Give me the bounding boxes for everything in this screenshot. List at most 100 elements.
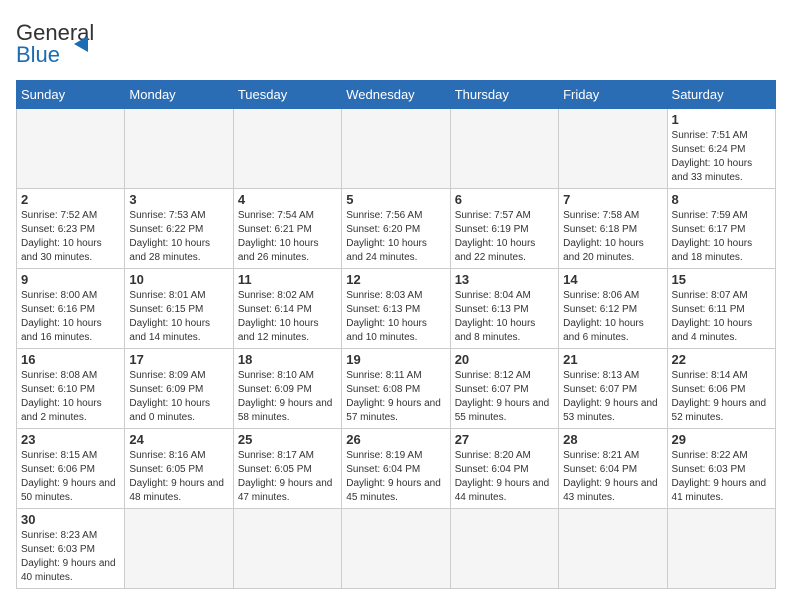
day-number: 13 [455, 272, 554, 287]
calendar-week-row: 30 Sunrise: 8:23 AMSunset: 6:03 PMDayligh… [17, 509, 776, 589]
calendar-day-cell: 3 Sunrise: 7:53 AMSunset: 6:22 PMDaylight… [125, 189, 233, 269]
day-number: 15 [672, 272, 771, 287]
calendar-day-cell [450, 509, 558, 589]
calendar-day-cell: 11Sunrise: 8:02 AMSunset: 6:14 PMDayligh… [233, 269, 341, 349]
calendar-week-row: 23 Sunrise: 8:15 AMSunset: 6:06 PMDayligh… [17, 429, 776, 509]
calendar-day-cell [559, 509, 667, 589]
calendar-day-cell: 10Sunrise: 8:01 AMSunset: 6:15 PMDayligh… [125, 269, 233, 349]
calendar-day-cell [17, 109, 125, 189]
day-number: 21 [563, 352, 662, 367]
calendar-day-cell [342, 509, 450, 589]
day-info: Sunrise: 7:54 AMSunset: 6:21 PMDaylight:… [238, 209, 337, 265]
calendar-header: SundayMondayTuesdayWednesdayThursdayFrid… [17, 81, 776, 109]
calendar-day-cell: 23 Sunrise: 8:15 AMSunset: 6:06 PMDayligh… [17, 429, 125, 509]
day-info: Sunrise: 7:57 AMSunset: 6:19 PMDaylight:… [455, 209, 554, 265]
calendar-day-cell [125, 509, 233, 589]
day-number: 20 [455, 352, 554, 367]
calendar-day-cell: 27 Sunrise: 8:20 AMSunset: 6:04 PMDayligh… [450, 429, 558, 509]
calendar-day-cell: 18 Sunrise: 8:10 AMSunset: 6:09 PMDayligh… [233, 349, 341, 429]
day-info: Sunrise: 8:02 AMSunset: 6:14 PMDaylight:… [238, 289, 337, 345]
calendar-day-cell: 28 Sunrise: 8:21 AMSunset: 6:04 PMDayligh… [559, 429, 667, 509]
day-number: 16 [21, 352, 120, 367]
calendar-day-cell: 19 Sunrise: 8:11 AMSunset: 6:08 PMDayligh… [342, 349, 450, 429]
day-info: Sunrise: 8:10 AMSunset: 6:09 PMDaylight:… [238, 369, 337, 425]
day-number: 26 [346, 432, 445, 447]
calendar-day-cell: 2 Sunrise: 7:52 AMSunset: 6:23 PMDaylight… [17, 189, 125, 269]
calendar-day-cell: 25Sunrise: 8:17 AMSunset: 6:05 PMDayligh… [233, 429, 341, 509]
day-info: Sunrise: 8:09 AMSunset: 6:09 PMDaylight:… [129, 369, 228, 425]
day-info: Sunrise: 8:15 AMSunset: 6:06 PMDaylight:… [21, 449, 120, 505]
calendar-week-row: 1Sunrise: 7:51 AMSunset: 6:24 PMDaylight… [17, 109, 776, 189]
weekday-header: Sunday [17, 81, 125, 109]
day-number: 12 [346, 272, 445, 287]
day-number: 3 [129, 192, 228, 207]
calendar-day-cell: 6 Sunrise: 7:57 AMSunset: 6:19 PMDaylight… [450, 189, 558, 269]
day-number: 24 [129, 432, 228, 447]
calendar-week-row: 2 Sunrise: 7:52 AMSunset: 6:23 PMDaylight… [17, 189, 776, 269]
day-info: Sunrise: 8:22 AMSunset: 6:03 PMDaylight:… [672, 449, 771, 505]
day-info: Sunrise: 8:03 AMSunset: 6:13 PMDaylight:… [346, 289, 445, 345]
day-info: Sunrise: 8:00 AMSunset: 6:16 PMDaylight:… [21, 289, 120, 345]
calendar-day-cell: 8 Sunrise: 7:59 AMSunset: 6:17 PMDaylight… [667, 189, 775, 269]
day-number: 28 [563, 432, 662, 447]
day-info: Sunrise: 7:53 AMSunset: 6:22 PMDaylight:… [129, 209, 228, 265]
calendar-day-cell: 29 Sunrise: 8:22 AMSunset: 6:03 PMDayligh… [667, 429, 775, 509]
weekday-header: Friday [559, 81, 667, 109]
day-number: 23 [21, 432, 120, 447]
day-number: 19 [346, 352, 445, 367]
calendar: SundayMondayTuesdayWednesdayThursdayFrid… [16, 80, 776, 589]
calendar-day-cell [125, 109, 233, 189]
calendar-day-cell [342, 109, 450, 189]
day-info: Sunrise: 8:06 AMSunset: 6:12 PMDaylight:… [563, 289, 662, 345]
day-number: 27 [455, 432, 554, 447]
day-info: Sunrise: 7:52 AMSunset: 6:23 PMDaylight:… [21, 209, 120, 265]
calendar-day-cell: 22Sunrise: 8:14 AMSunset: 6:06 PMDayligh… [667, 349, 775, 429]
svg-text:Blue: Blue [16, 42, 60, 67]
calendar-day-cell: 9Sunrise: 8:00 AMSunset: 6:16 PMDaylight… [17, 269, 125, 349]
calendar-day-cell: 4 Sunrise: 7:54 AMSunset: 6:21 PMDaylight… [233, 189, 341, 269]
calendar-day-cell: 5 Sunrise: 7:56 AMSunset: 6:20 PMDaylight… [342, 189, 450, 269]
day-info: Sunrise: 8:04 AMSunset: 6:13 PMDaylight:… [455, 289, 554, 345]
day-info: Sunrise: 8:08 AMSunset: 6:10 PMDaylight:… [21, 369, 120, 425]
day-info: Sunrise: 7:59 AMSunset: 6:17 PMDaylight:… [672, 209, 771, 265]
day-number: 17 [129, 352, 228, 367]
day-number: 22 [672, 352, 771, 367]
calendar-day-cell: 15Sunrise: 8:07 AMSunset: 6:11 PMDayligh… [667, 269, 775, 349]
calendar-week-row: 9Sunrise: 8:00 AMSunset: 6:16 PMDaylight… [17, 269, 776, 349]
header: General Blue [16, 16, 776, 68]
calendar-day-cell: 21Sunrise: 8:13 AMSunset: 6:07 PMDayligh… [559, 349, 667, 429]
day-number: 5 [346, 192, 445, 207]
calendar-day-cell: 7Sunrise: 7:58 AMSunset: 6:18 PMDaylight… [559, 189, 667, 269]
weekday-header: Saturday [667, 81, 775, 109]
calendar-day-cell: 14 Sunrise: 8:06 AMSunset: 6:12 PMDayligh… [559, 269, 667, 349]
calendar-day-cell: 1Sunrise: 7:51 AMSunset: 6:24 PMDaylight… [667, 109, 775, 189]
calendar-day-cell: 20Sunrise: 8:12 AMSunset: 6:07 PMDayligh… [450, 349, 558, 429]
weekday-header: Thursday [450, 81, 558, 109]
day-number: 2 [21, 192, 120, 207]
day-info: Sunrise: 8:21 AMSunset: 6:04 PMDaylight:… [563, 449, 662, 505]
day-number: 18 [238, 352, 337, 367]
day-number: 4 [238, 192, 337, 207]
day-info: Sunrise: 8:11 AMSunset: 6:08 PMDaylight:… [346, 369, 445, 425]
day-number: 29 [672, 432, 771, 447]
weekday-header: Monday [125, 81, 233, 109]
calendar-day-cell [233, 509, 341, 589]
day-number: 1 [672, 112, 771, 127]
day-number: 8 [672, 192, 771, 207]
day-info: Sunrise: 8:20 AMSunset: 6:04 PMDaylight:… [455, 449, 554, 505]
weekday-row: SundayMondayTuesdayWednesdayThursdayFrid… [17, 81, 776, 109]
day-info: Sunrise: 7:56 AMSunset: 6:20 PMDaylight:… [346, 209, 445, 265]
logo: General Blue [16, 16, 126, 68]
calendar-day-cell: 17 Sunrise: 8:09 AMSunset: 6:09 PMDayligh… [125, 349, 233, 429]
day-number: 6 [455, 192, 554, 207]
day-info: Sunrise: 8:23 AMSunset: 6:03 PMDaylight:… [21, 529, 120, 585]
day-number: 30 [21, 512, 120, 527]
calendar-week-row: 16 Sunrise: 8:08 AMSunset: 6:10 PMDayligh… [17, 349, 776, 429]
calendar-day-cell: 16 Sunrise: 8:08 AMSunset: 6:10 PMDayligh… [17, 349, 125, 429]
logo-svg: General Blue [16, 16, 126, 68]
calendar-day-cell: 26Sunrise: 8:19 AMSunset: 6:04 PMDayligh… [342, 429, 450, 509]
day-number: 25 [238, 432, 337, 447]
day-number: 14 [563, 272, 662, 287]
day-number: 7 [563, 192, 662, 207]
calendar-day-cell [233, 109, 341, 189]
